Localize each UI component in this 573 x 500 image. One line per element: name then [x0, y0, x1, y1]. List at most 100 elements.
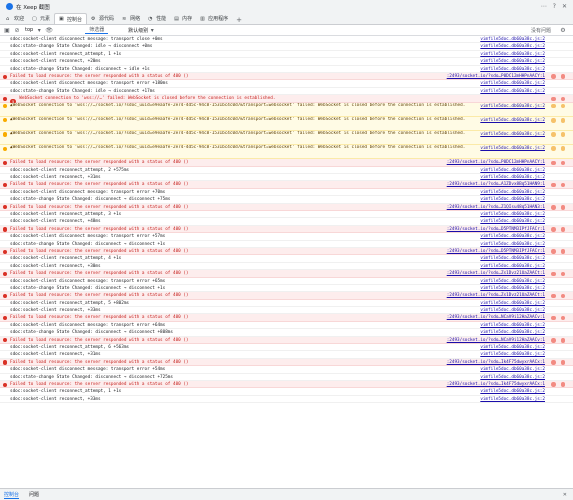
copy-message-icon[interactable]	[551, 315, 556, 321]
console-log-row[interactable]: sdoc:socket-client disconnect message: t…	[0, 80, 573, 88]
tab-elements[interactable]: ▢ 元素	[28, 13, 54, 24]
console-log-row[interactable]: sdoc:socket-client reconnect_attempt, 1 …	[0, 51, 573, 59]
console-log-row[interactable]: sdoc:socket-client reconnect_attempt, 2 …	[0, 167, 573, 175]
filter-input[interactable]: 筛选器	[85, 26, 109, 34]
tab-console[interactable]: ▣ 控制台	[54, 13, 88, 24]
drawer-close-icon[interactable]: ✕	[563, 492, 567, 498]
console-error-row[interactable]: Failed to load resource: the server resp…	[0, 292, 573, 300]
more-options-icon[interactable]: ⋯	[541, 3, 547, 10]
copy-message-icon[interactable]	[551, 146, 556, 151]
console-log-row[interactable]: sdoc:socket-client reconnect_attempt, 4 …	[0, 255, 573, 263]
source-link[interactable]: :2493/socket.io/?sdo…NCaV9i12HaZAACv:1	[447, 314, 545, 321]
console-log-row[interactable]: sdoc:socket-client reconnect_attempt, 1 …	[0, 388, 573, 396]
console-warning-row[interactable]: ▲WebSocket connection to 'wss://…/socket…	[0, 130, 573, 146]
console-log-row[interactable]: sdoc:socket-client reconnect, +31ms vimfi…	[0, 174, 573, 182]
chevron-down-icon[interactable]: ▾	[35, 26, 43, 34]
source-link[interactable]: vimfile5doc.db60a38c.js:2	[480, 344, 545, 351]
source-link[interactable]: vimfile5doc.db60a38c.js:2	[480, 117, 545, 124]
copy-message-icon[interactable]	[551, 182, 556, 188]
source-link[interactable]: :2493/socket.io/?sdo…NCaV9i12HaZAACv:1	[447, 337, 545, 344]
console-error-row[interactable]: Failed to load resource: the server resp…	[0, 225, 573, 234]
console-log-row[interactable]: sdoc:state-change State Changed: disconn…	[0, 374, 573, 381]
source-link[interactable]: vimfile5doc.db60a38c.js:2	[480, 307, 545, 314]
source-link[interactable]: :2493/socket.io/?sdo…Ik4F75dwyxrAACx:1	[447, 359, 545, 366]
search-message-icon[interactable]	[560, 132, 565, 137]
copy-message-icon[interactable]	[551, 74, 556, 79]
console-warning-row[interactable]: ▲WebSocket connection to 'wss://…/socket…	[0, 116, 573, 131]
console-log-row[interactable]: sdoc:state-change State Changed: idle → …	[0, 88, 573, 96]
copy-message-icon[interactable]	[551, 271, 556, 277]
source-link[interactable]: :2493/socket.io/?sdo…Z1QIsu48q51HAN3:1	[447, 204, 545, 211]
console-log-row[interactable]: sdoc:state-change State Changed: disconn…	[0, 66, 573, 73]
search-message-icon[interactable]	[560, 182, 565, 188]
console-log-row[interactable]: sdoc:socket-client reconnect, +33ms vimfi…	[0, 396, 573, 404]
source-link[interactable]: :2493/socket.io/?sdo…A1ZDvx8Bq51HAN9:1	[447, 181, 545, 188]
source-link[interactable]: :2493/socket.io/?sdo…D5PTNM3IPfJFACr:1	[447, 248, 545, 255]
search-message-icon[interactable]	[560, 293, 565, 299]
tab-sources[interactable]: ⚙ 源代码	[87, 13, 118, 24]
source-link[interactable]: :2493/socket.io/?sdo…P0DC12mHHPnAACY:1	[447, 73, 545, 80]
source-link[interactable]: :2493/socket.io/?sdo…Zs1Dvz21UaZAACt:1	[447, 292, 545, 299]
copy-message-icon[interactable]	[551, 132, 556, 137]
copy-message-icon[interactable]	[551, 382, 556, 387]
issues-counter[interactable]: 没有问题	[531, 27, 551, 34]
log-levels-dropdown[interactable]: 默认级别	[128, 27, 148, 34]
copy-message-icon[interactable]	[551, 205, 556, 210]
source-link[interactable]: vimfile5doc.db60a38c.js:2	[480, 351, 545, 358]
copy-message-icon[interactable]	[551, 293, 556, 299]
source-link[interactable]: vimfile5doc.db60a38c.js:2	[480, 131, 545, 138]
console-log-row[interactable]: sdoc:socket-client reconnect, +20ms vimfi…	[0, 58, 573, 66]
search-message-icon[interactable]	[560, 146, 565, 151]
source-link[interactable]: vimfile5doc.db60a38c.js:2	[480, 88, 545, 95]
add-tab-icon[interactable]: +	[232, 16, 246, 24]
source-link[interactable]: vimfile5doc.db60a38c.js:2	[480, 196, 545, 203]
eye-icon[interactable]: 👁	[45, 26, 53, 34]
search-message-icon[interactable]	[560, 249, 565, 254]
search-message-icon[interactable]	[560, 160, 565, 166]
console-log-row[interactable]: sdoc:socket-client reconnect, +30ms vimfi…	[0, 263, 573, 271]
source-link[interactable]: vimfile5doc.db60a38c.js:2	[480, 43, 545, 50]
context-selector[interactable]: top	[25, 27, 33, 33]
tab-memory[interactable]: ▤ 内存	[170, 13, 196, 24]
console-error-row[interactable]: Failed to load resource: the server resp…	[0, 380, 573, 389]
source-link[interactable]: vimfile5doc.db60a38c.js:2	[480, 374, 545, 381]
copy-message-icon[interactable]	[551, 360, 556, 365]
console-log-row[interactable]: sdoc:socket-client reconnect_attempt, 3 …	[0, 211, 573, 219]
console-error-row[interactable]: Failed to load resource: the server resp…	[0, 181, 573, 189]
source-link[interactable]: vimfile5doc.db60a38c.js:2	[480, 285, 545, 292]
console-error-row[interactable]: Failed to load resource: the server resp…	[0, 358, 573, 367]
search-message-icon[interactable]	[560, 271, 565, 277]
source-link[interactable]: vimfile5doc.db60a38c.js:2	[480, 241, 545, 248]
source-link[interactable]: vimfile5doc.db60a38c.js:2	[480, 80, 545, 87]
clear-console-icon[interactable]: ⊘	[13, 26, 21, 34]
source-link[interactable]: :2493/socket.io/?sdo…Ik4F75dwyxrAACx:1	[447, 381, 545, 388]
source-link[interactable]: vimfile5doc.db60a38c.js:2	[480, 263, 545, 270]
tab-welcome[interactable]: ⌂ 欢迎	[2, 13, 28, 24]
source-link[interactable]: vimfile5doc.db60a38c.js:2	[480, 388, 545, 395]
search-message-icon[interactable]	[560, 382, 565, 387]
source-link[interactable]: vimfile5doc.db60a38c.js:2	[480, 51, 545, 58]
console-log-row[interactable]: sdoc:socket-client disconnect message: t…	[0, 322, 573, 330]
console-log-row[interactable]: sdoc:socket-client disconnect message: t…	[0, 36, 573, 44]
console-log-row[interactable]: sdoc:socket-client disconnect message: t…	[0, 366, 573, 374]
console-error-row[interactable]: Failed to load resource: the server resp…	[0, 270, 573, 278]
search-message-icon[interactable]	[560, 338, 565, 343]
search-message-icon[interactable]	[560, 315, 565, 321]
drawer-tab-issues[interactable]: 问题	[29, 491, 39, 498]
console-error-row[interactable]: Failed to load resource: the server resp…	[0, 247, 573, 256]
console-warning-row[interactable]: ▲WebSocket connection to 'wss://…/socket…	[0, 102, 573, 117]
copy-message-icon[interactable]	[551, 160, 556, 166]
console-log-row[interactable]: sdoc:socket-client reconnect, +33ms vimfi…	[0, 307, 573, 315]
sidebar-toggle-icon[interactable]: ▣	[3, 26, 11, 34]
source-link[interactable]: vimfile5doc.db60a38c.js:2	[480, 322, 545, 329]
source-link[interactable]: vimfile5doc.db60a38c.js:2	[480, 396, 545, 403]
console-settings-gear-icon[interactable]: ⚙	[559, 26, 567, 34]
console-log-row[interactable]: sdoc:socket-client reconnect_attempt, 6 …	[0, 344, 573, 352]
levels-chevron-icon[interactable]: ▾	[148, 26, 156, 34]
console-error-row[interactable]: Failed to load resource: the server resp…	[0, 203, 573, 211]
source-link[interactable]: :2493/socket.io/?sdo…Zs1Dvz21UaZAACt:1	[447, 270, 545, 277]
source-link[interactable]: vimfile5doc.db60a38c.js:2	[480, 211, 545, 218]
console-log-row[interactable]: sdoc:socket-client reconnect_attempt, 5 …	[0, 300, 573, 308]
console-log-row[interactable]: sdoc:socket-client disconnect message: t…	[0, 278, 573, 285]
console-log-row[interactable]: sdoc:socket-client reconnect, +31ms vimfi…	[0, 351, 573, 359]
